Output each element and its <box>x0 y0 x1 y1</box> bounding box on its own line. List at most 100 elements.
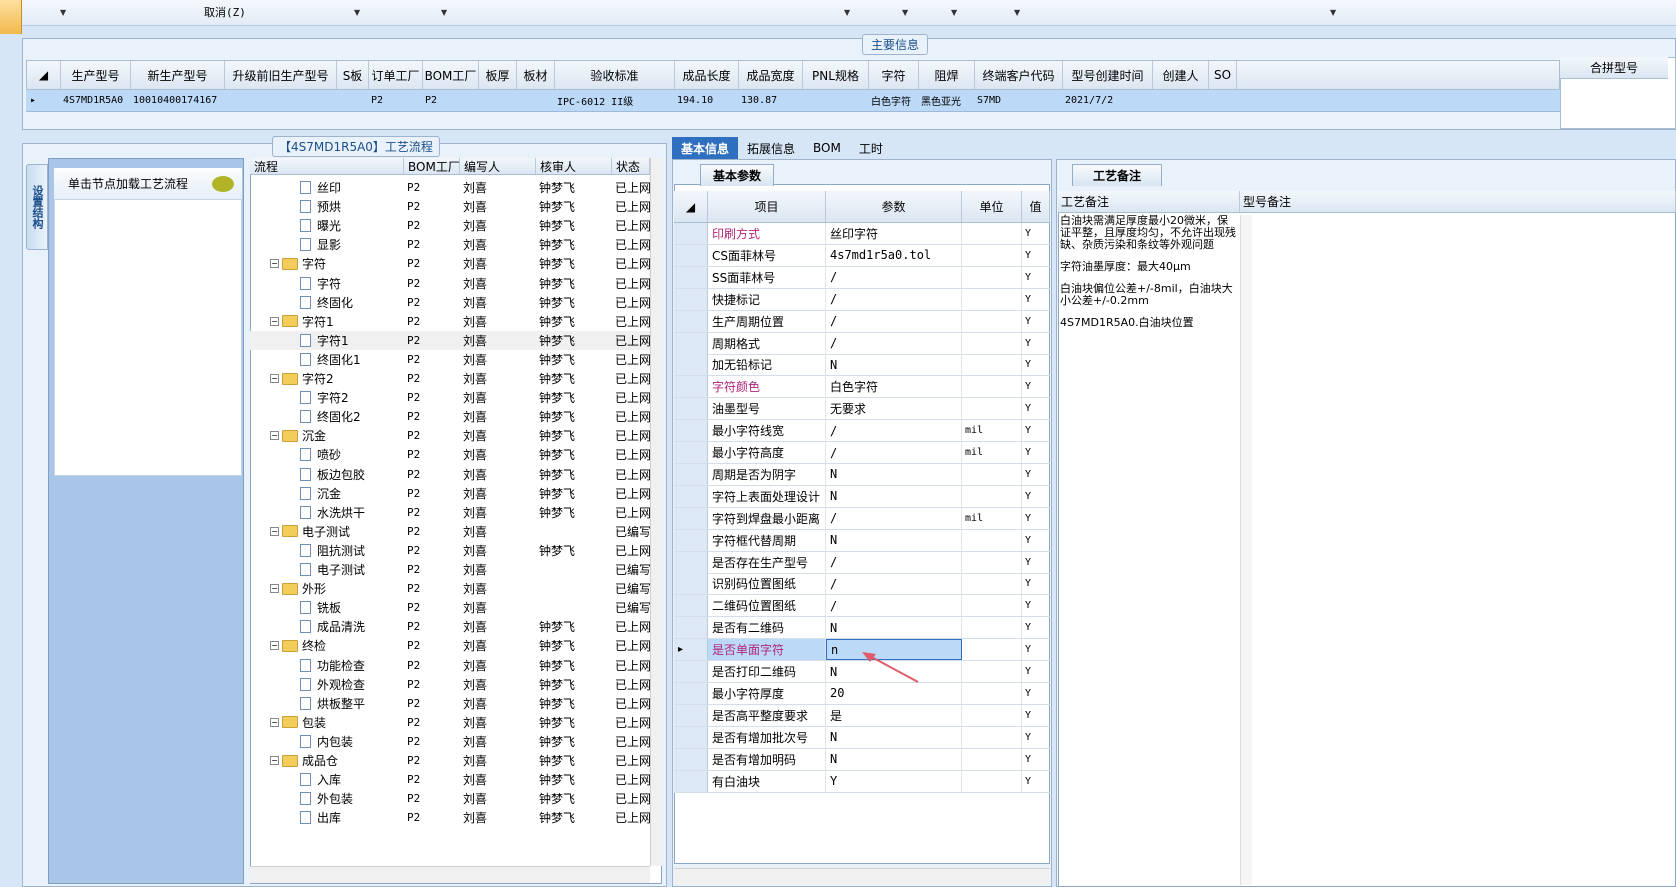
app-menu-button[interactable] <box>0 0 22 34</box>
tree-row[interactable]: 铣板 P2 刘喜 已编写 <box>250 598 650 617</box>
column-header[interactable]: 阻焊 <box>919 61 975 89</box>
tree-node[interactable]: 字符2 <box>250 388 404 407</box>
tree-row[interactable]: 电子测试 P2 刘喜 已编写 <box>250 560 650 579</box>
tree-node[interactable]: 字符1 <box>250 331 404 350</box>
tree-node[interactable]: 沉金 <box>250 484 404 503</box>
collapse-toggle-icon[interactable]: − <box>270 431 279 441</box>
tree-row[interactable]: − 终检 P2 刘喜 钟梦飞 已上网 <box>250 636 650 655</box>
column-header[interactable]: 新生产型号 <box>131 61 225 89</box>
column-header[interactable]: 生产型号 <box>61 61 131 89</box>
param-value-input[interactable]: N <box>826 617 962 639</box>
tree-node[interactable]: 外包装 <box>250 789 404 808</box>
dropdown-arrow-icon[interactable]: ▼ <box>951 8 957 17</box>
tree-node[interactable]: 终固化2 <box>250 407 404 426</box>
tab-process-notes[interactable]: 工艺备注 <box>1072 164 1163 186</box>
param-value-input[interactable]: / <box>826 595 962 617</box>
notes-column-header[interactable]: 工艺备注 <box>1058 191 1240 212</box>
tree-column-header[interactable]: 编写人 <box>460 158 536 174</box>
collapse-toggle-icon[interactable]: − <box>270 717 279 727</box>
tree-node[interactable]: 预烘 <box>250 197 404 216</box>
main-info-cell[interactable]: P2 <box>368 90 422 111</box>
row-indicator[interactable] <box>674 551 708 573</box>
param-row[interactable]: 油墨型号 无要求 Y <box>674 398 1050 421</box>
row-indicator[interactable] <box>674 770 708 792</box>
param-value-input[interactable]: 是 <box>826 704 962 726</box>
main-info-cell[interactable] <box>336 90 368 111</box>
main-info-cell[interactable]: 194.10 <box>674 90 738 111</box>
param-row[interactable]: 最小字符线宽 / mil Y <box>674 420 1050 443</box>
column-header[interactable]: BOM工厂 <box>423 61 479 89</box>
tree-row[interactable]: 显影 P2 刘喜 钟梦飞 已上网 <box>250 235 650 254</box>
tree-row[interactable]: 终固化 P2 刘喜 钟梦飞 已上网 <box>250 293 650 312</box>
tree-node[interactable]: 阻抗测试 <box>250 541 404 560</box>
param-value-input[interactable]: N <box>826 485 962 507</box>
main-info-cell[interactable] <box>1208 90 1236 111</box>
main-info-cell[interactable]: 黑色亚光 <box>918 90 974 111</box>
dropdown-arrow-icon[interactable]: ▼ <box>902 8 908 17</box>
tab-basic-params[interactable]: 基本参数 <box>700 164 775 186</box>
tree-node[interactable]: 成品清洗 <box>250 617 404 636</box>
param-row[interactable]: 字符颜色 白色字符 Y <box>674 376 1050 399</box>
dropdown-arrow-icon[interactable]: ▼ <box>1330 8 1336 17</box>
tree-node[interactable]: 丝印 <box>250 178 404 197</box>
collapse-toggle-icon[interactable]: − <box>270 259 279 269</box>
tree-node[interactable]: 字符 <box>250 274 404 293</box>
dropdown-arrow-icon[interactable]: ▼ <box>1014 8 1020 17</box>
tree-node[interactable]: 铣板 <box>250 598 404 617</box>
param-value-input[interactable]: / <box>826 442 962 463</box>
param-value-input[interactable]: / <box>826 551 962 573</box>
tree-column-header[interactable]: 流程 <box>250 158 404 174</box>
row-indicator[interactable]: ▸ <box>674 639 708 661</box>
tree-row[interactable]: 出库 P2 刘喜 钟梦飞 已上网 <box>250 808 650 827</box>
column-header[interactable]: PNL规格 <box>803 61 869 89</box>
tree-vertical-scrollbar[interactable] <box>650 158 662 866</box>
tree-node[interactable]: − 沉金 <box>250 426 404 445</box>
param-value-input[interactable]: / <box>826 420 962 442</box>
row-indicator[interactable] <box>674 485 708 507</box>
row-indicator[interactable] <box>674 376 708 398</box>
tree-row[interactable]: 板边包胶 P2 刘喜 钟梦飞 已上网 <box>250 465 650 484</box>
tree-row[interactable]: − 沉金 P2 刘喜 钟梦飞 已上网 <box>250 426 650 445</box>
tree-row[interactable]: 字符1 P2 刘喜 钟梦飞 已上网 <box>250 330 650 350</box>
tree-column-header[interactable]: 核审人 <box>536 158 612 174</box>
row-indicator[interactable] <box>674 726 708 748</box>
tree-row[interactable]: 外包装 P2 刘喜 钟梦飞 已上网 <box>250 789 650 808</box>
param-value-input[interactable]: N <box>826 748 962 770</box>
main-info-cell[interactable]: 2021/7/2 <box>1062 90 1152 111</box>
params-column-header[interactable]: 参数 <box>826 191 962 222</box>
row-indicator[interactable] <box>674 398 708 420</box>
main-info-cell[interactable]: S7MD <box>974 90 1062 111</box>
main-info-cell[interactable] <box>478 90 516 111</box>
param-value-input[interactable]: N <box>826 529 962 551</box>
column-header[interactable]: S板 <box>337 61 369 89</box>
column-header[interactable]: 成品长度 <box>675 61 739 89</box>
tab-bom[interactable]: BOM <box>804 137 850 159</box>
param-row[interactable]: 是否存在生产型号 / Y <box>674 551 1050 574</box>
tab-work-hours[interactable]: 工时 <box>850 137 892 159</box>
main-info-cell[interactable]: 4S7MD1R5A0 <box>60 90 130 111</box>
column-header[interactable]: 型号创建时间 <box>1063 61 1153 89</box>
column-header[interactable]: 终端客户代码 <box>975 61 1063 89</box>
column-header[interactable]: 创建人 <box>1153 61 1209 89</box>
collapse-toggle-icon[interactable]: − <box>270 316 279 326</box>
dropdown-arrow-icon[interactable]: ▼ <box>354 8 360 17</box>
select-all-icon[interactable]: ◢ <box>674 191 708 222</box>
tree-row[interactable]: 功能检查 P2 刘喜 钟梦飞 已上网 <box>250 656 650 675</box>
row-indicator[interactable] <box>674 704 708 726</box>
main-info-cell[interactable] <box>1152 90 1208 111</box>
dropdown-arrow-icon[interactable]: ▼ <box>844 8 850 17</box>
tree-row[interactable]: 喷砂 P2 刘喜 钟梦飞 已上网 <box>250 445 650 464</box>
param-value-input[interactable]: 丝印字符 <box>826 223 962 244</box>
row-indicator[interactable] <box>674 420 708 442</box>
param-row[interactable]: 加无铅标记 N Y <box>674 354 1050 377</box>
tree-node[interactable]: 外观检查 <box>250 675 404 694</box>
column-header[interactable]: 板材 <box>517 61 555 89</box>
main-info-cell[interactable] <box>802 90 868 111</box>
row-indicator[interactable] <box>674 573 708 595</box>
collapse-toggle-icon[interactable]: − <box>270 584 279 594</box>
collapse-toggle-icon[interactable]: − <box>270 641 279 651</box>
row-indicator[interactable] <box>674 354 708 376</box>
tree-row[interactable]: 烘板整平 P2 刘喜 钟梦飞 已上网 <box>250 694 650 713</box>
tab-basic-info[interactable]: 基本信息 <box>672 137 739 159</box>
tree-row[interactable]: 字符2 P2 刘喜 钟梦飞 已上网 <box>250 388 650 407</box>
